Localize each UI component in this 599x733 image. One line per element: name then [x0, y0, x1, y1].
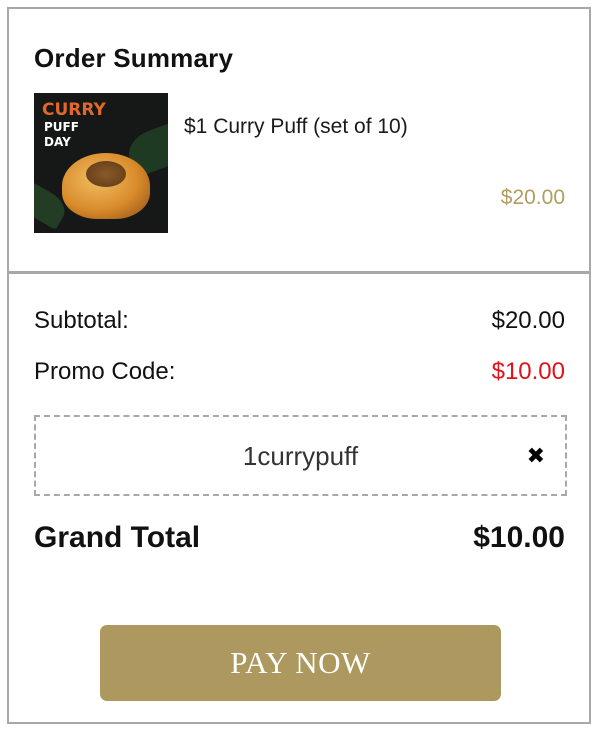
promo-label: Promo Code: [34, 358, 176, 385]
order-summary-title: Order Summary [34, 43, 234, 73]
pay-now-button[interactable]: PAY NOW [100, 625, 501, 701]
product-name: $1 Curry Puff (set of 10) [184, 115, 408, 138]
promo-row: Promo Code: $10.00 [34, 358, 565, 386]
product-price: $20.00 [500, 186, 565, 209]
promo-code-text: 1currypuff [242, 441, 359, 471]
thumbnail-text-curry: CURRY [42, 100, 106, 120]
subtotal-label: Subtotal: [34, 307, 129, 334]
product-thumbnail: CURRY PUFF DAY [34, 93, 168, 233]
promo-discount-value: $10.00 [491, 358, 565, 385]
subtotal-value: $20.00 [491, 307, 565, 334]
subtotal-row: Subtotal: $20.00 [34, 307, 565, 335]
applied-promo-code-box: 1currypuff ✖ [34, 415, 567, 496]
thumbnail-text-day: DAY [44, 135, 71, 149]
grand-total-label: Grand Total [34, 521, 201, 554]
order-summary-section: Order Summary CURRY PUFF DAY $1 Curry Pu… [9, 9, 589, 274]
thumbnail-text-puff: PUFF [44, 120, 79, 134]
grand-total-row: Grand Total $10.00 [34, 521, 565, 555]
close-icon[interactable]: ✖ [527, 445, 545, 467]
grand-total-value: $10.00 [473, 521, 565, 554]
order-summary-card: Order Summary CURRY PUFF DAY $1 Curry Pu… [7, 7, 591, 724]
